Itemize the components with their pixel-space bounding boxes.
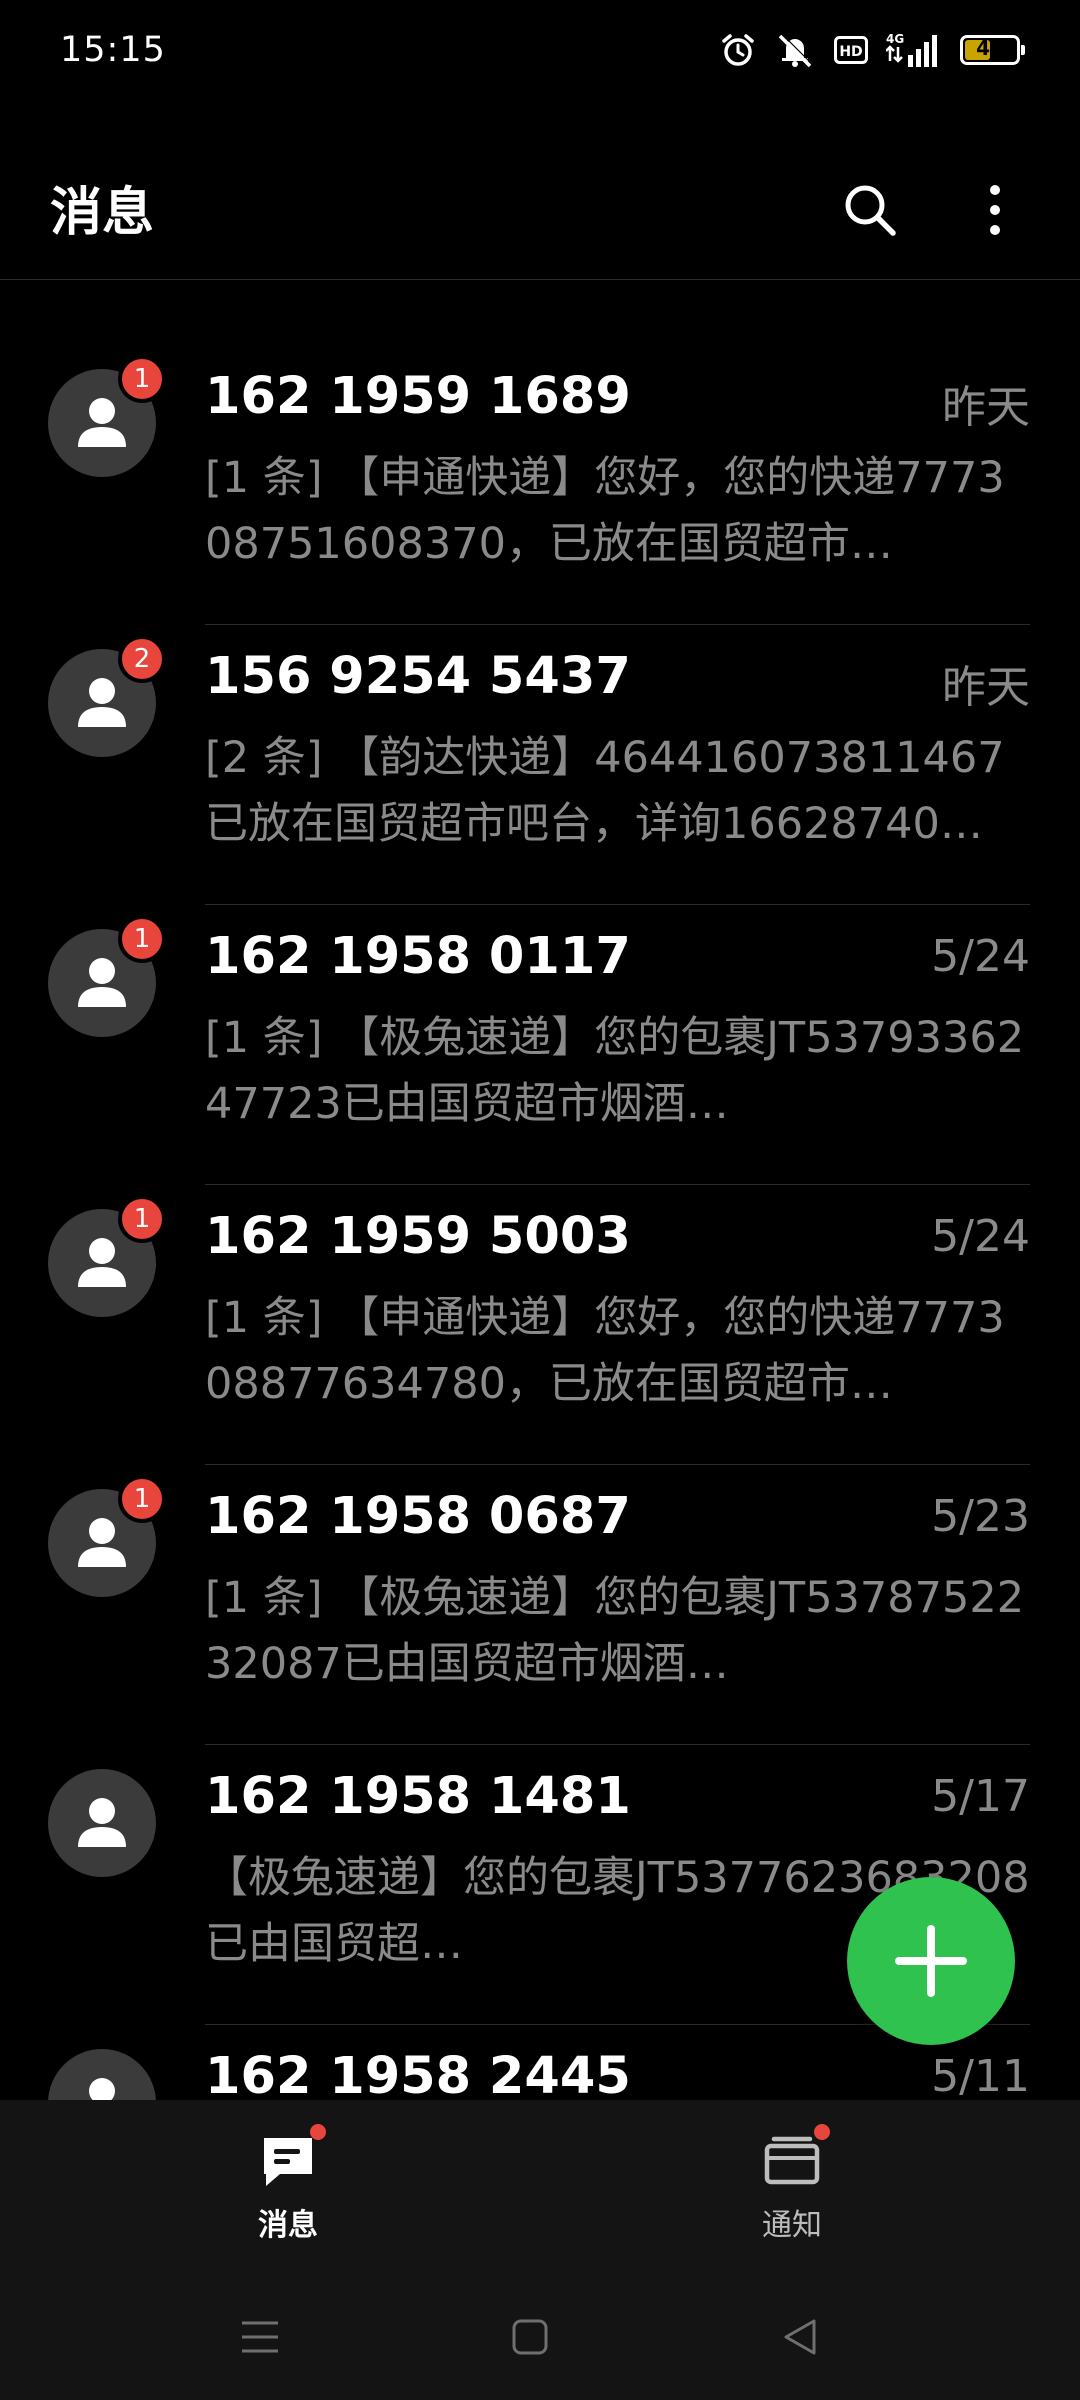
plus-icon: [895, 1925, 967, 1997]
conversation-name: 162 1958 0117: [205, 927, 631, 986]
tab-label: 通知: [762, 2208, 822, 2243]
conversation-preview: [1 条] 【申通快递】您好，您的快递777308751608370，已放在国贸…: [205, 453, 1005, 569]
conversation-date: 昨天: [942, 662, 1030, 713]
conversation-date: 5/24: [931, 1211, 1030, 1262]
conversation-item[interactable]: 1 162 1958 0687 5/23 [1 条] 【极兔速递】您的包裹JT5…: [0, 1465, 1080, 1745]
conversation-list[interactable]: 1 162 1959 1689 昨天 [1 条] 【申通快递】您好，您的快递77…: [0, 345, 1080, 2100]
4g-signal-icon: 4G: [886, 31, 942, 69]
avatar[interactable]: [48, 2049, 156, 2100]
conversation-name: 162 1959 5003: [205, 1207, 631, 1266]
svg-text:HD: HD: [839, 44, 862, 60]
unread-badge: 2: [118, 635, 166, 683]
system-nav-bar: [0, 2275, 1080, 2400]
tab-notification-dot: [310, 2124, 326, 2140]
tab-messages[interactable]: 消息: [168, 2100, 408, 2275]
tab-label: 消息: [258, 2208, 318, 2243]
unread-badge: 1: [118, 1475, 166, 1523]
battery-level: 47: [976, 36, 1004, 60]
notification-icon: [764, 2136, 820, 2185]
unread-badge: 1: [118, 355, 166, 403]
conversation-item[interactable]: 1 162 1959 1689 昨天 [1 条] 【申通快递】您好，您的快递77…: [0, 345, 1080, 625]
home-button[interactable]: [498, 2305, 562, 2369]
conversation-preview: [1 条] 【极兔速递】您的包裹JT5379336247723已由国贸超市烟酒…: [205, 1013, 1025, 1129]
tab-notification-dot: [814, 2124, 830, 2140]
conversation-preview: [1 条] 【极兔速递】您的包裹JT5378752232087已由国贸超市烟酒…: [205, 1573, 1025, 1689]
new-message-button[interactable]: [847, 1877, 1015, 2045]
person-icon: [78, 1798, 126, 1847]
tab-notifications[interactable]: 通知: [672, 2100, 912, 2275]
conversation-date: 5/17: [931, 1771, 1030, 1822]
mute-icon: [774, 32, 816, 68]
back-button[interactable]: [768, 2305, 832, 2369]
conversation-preview: [1 条] 【申通快递】您好，您的快递777308877634780，已放在国贸…: [205, 1293, 1005, 1409]
status-bar: 15:15 HD 4G 47: [0, 0, 1080, 100]
menu-icon: [242, 2321, 278, 2353]
conversation-name: 162 1959 1689: [205, 367, 631, 426]
conversation-date: 5/24: [931, 931, 1030, 982]
conversation-item[interactable]: 1 162 1959 5003 5/24 [1 条] 【申通快递】您好，您的快递…: [0, 1185, 1080, 1465]
conversation-name: 162 1958 1481: [205, 1767, 631, 1826]
back-icon: [784, 2319, 816, 2355]
alarm-icon: [720, 32, 756, 68]
message-icon: [264, 2138, 312, 2186]
recent-apps-button[interactable]: [228, 2305, 292, 2369]
unread-badge: 1: [118, 1195, 166, 1243]
hd-icon: HD: [834, 36, 868, 64]
conversation-name: 162 1958 0687: [205, 1487, 631, 1546]
bottom-tab-bar: 消息 通知: [0, 2100, 1080, 2275]
person-icon: [89, 2078, 115, 2100]
conversation-date: 5/23: [931, 1491, 1030, 1542]
search-icon: [845, 185, 896, 236]
conversation-name: 162 1958 2445: [205, 2047, 631, 2100]
svg-text:4G: 4G: [886, 32, 904, 46]
conversation-date: 5/11: [931, 2051, 1030, 2100]
more-vert-icon: [990, 185, 1000, 235]
app-header: 消息: [0, 140, 1080, 280]
status-time: 15:15: [60, 30, 166, 70]
search-button[interactable]: [830, 170, 910, 250]
conversation-item[interactable]: 1 162 1958 0117 5/24 [1 条] 【极兔速递】您的包裹JT5…: [0, 905, 1080, 1185]
page-title: 消息: [50, 183, 155, 243]
conversation-name: 156 9254 5437: [205, 647, 631, 706]
unread-badge: 1: [118, 915, 166, 963]
conversation-date: 昨天: [942, 382, 1030, 433]
battery-icon: 47: [960, 35, 1025, 65]
conversation-item[interactable]: 2 156 9254 5437 昨天 [2 条] 【韵达快递】464416073…: [0, 625, 1080, 905]
more-options-button[interactable]: [955, 170, 1035, 250]
conversation-preview: [2 条] 【韵达快递】464416073811467已放在国贸超市吧台，详询1…: [205, 733, 1005, 849]
home-square-icon: [512, 2319, 548, 2355]
status-icons: HD 4G 47: [720, 31, 1025, 69]
avatar[interactable]: [48, 1769, 156, 1877]
